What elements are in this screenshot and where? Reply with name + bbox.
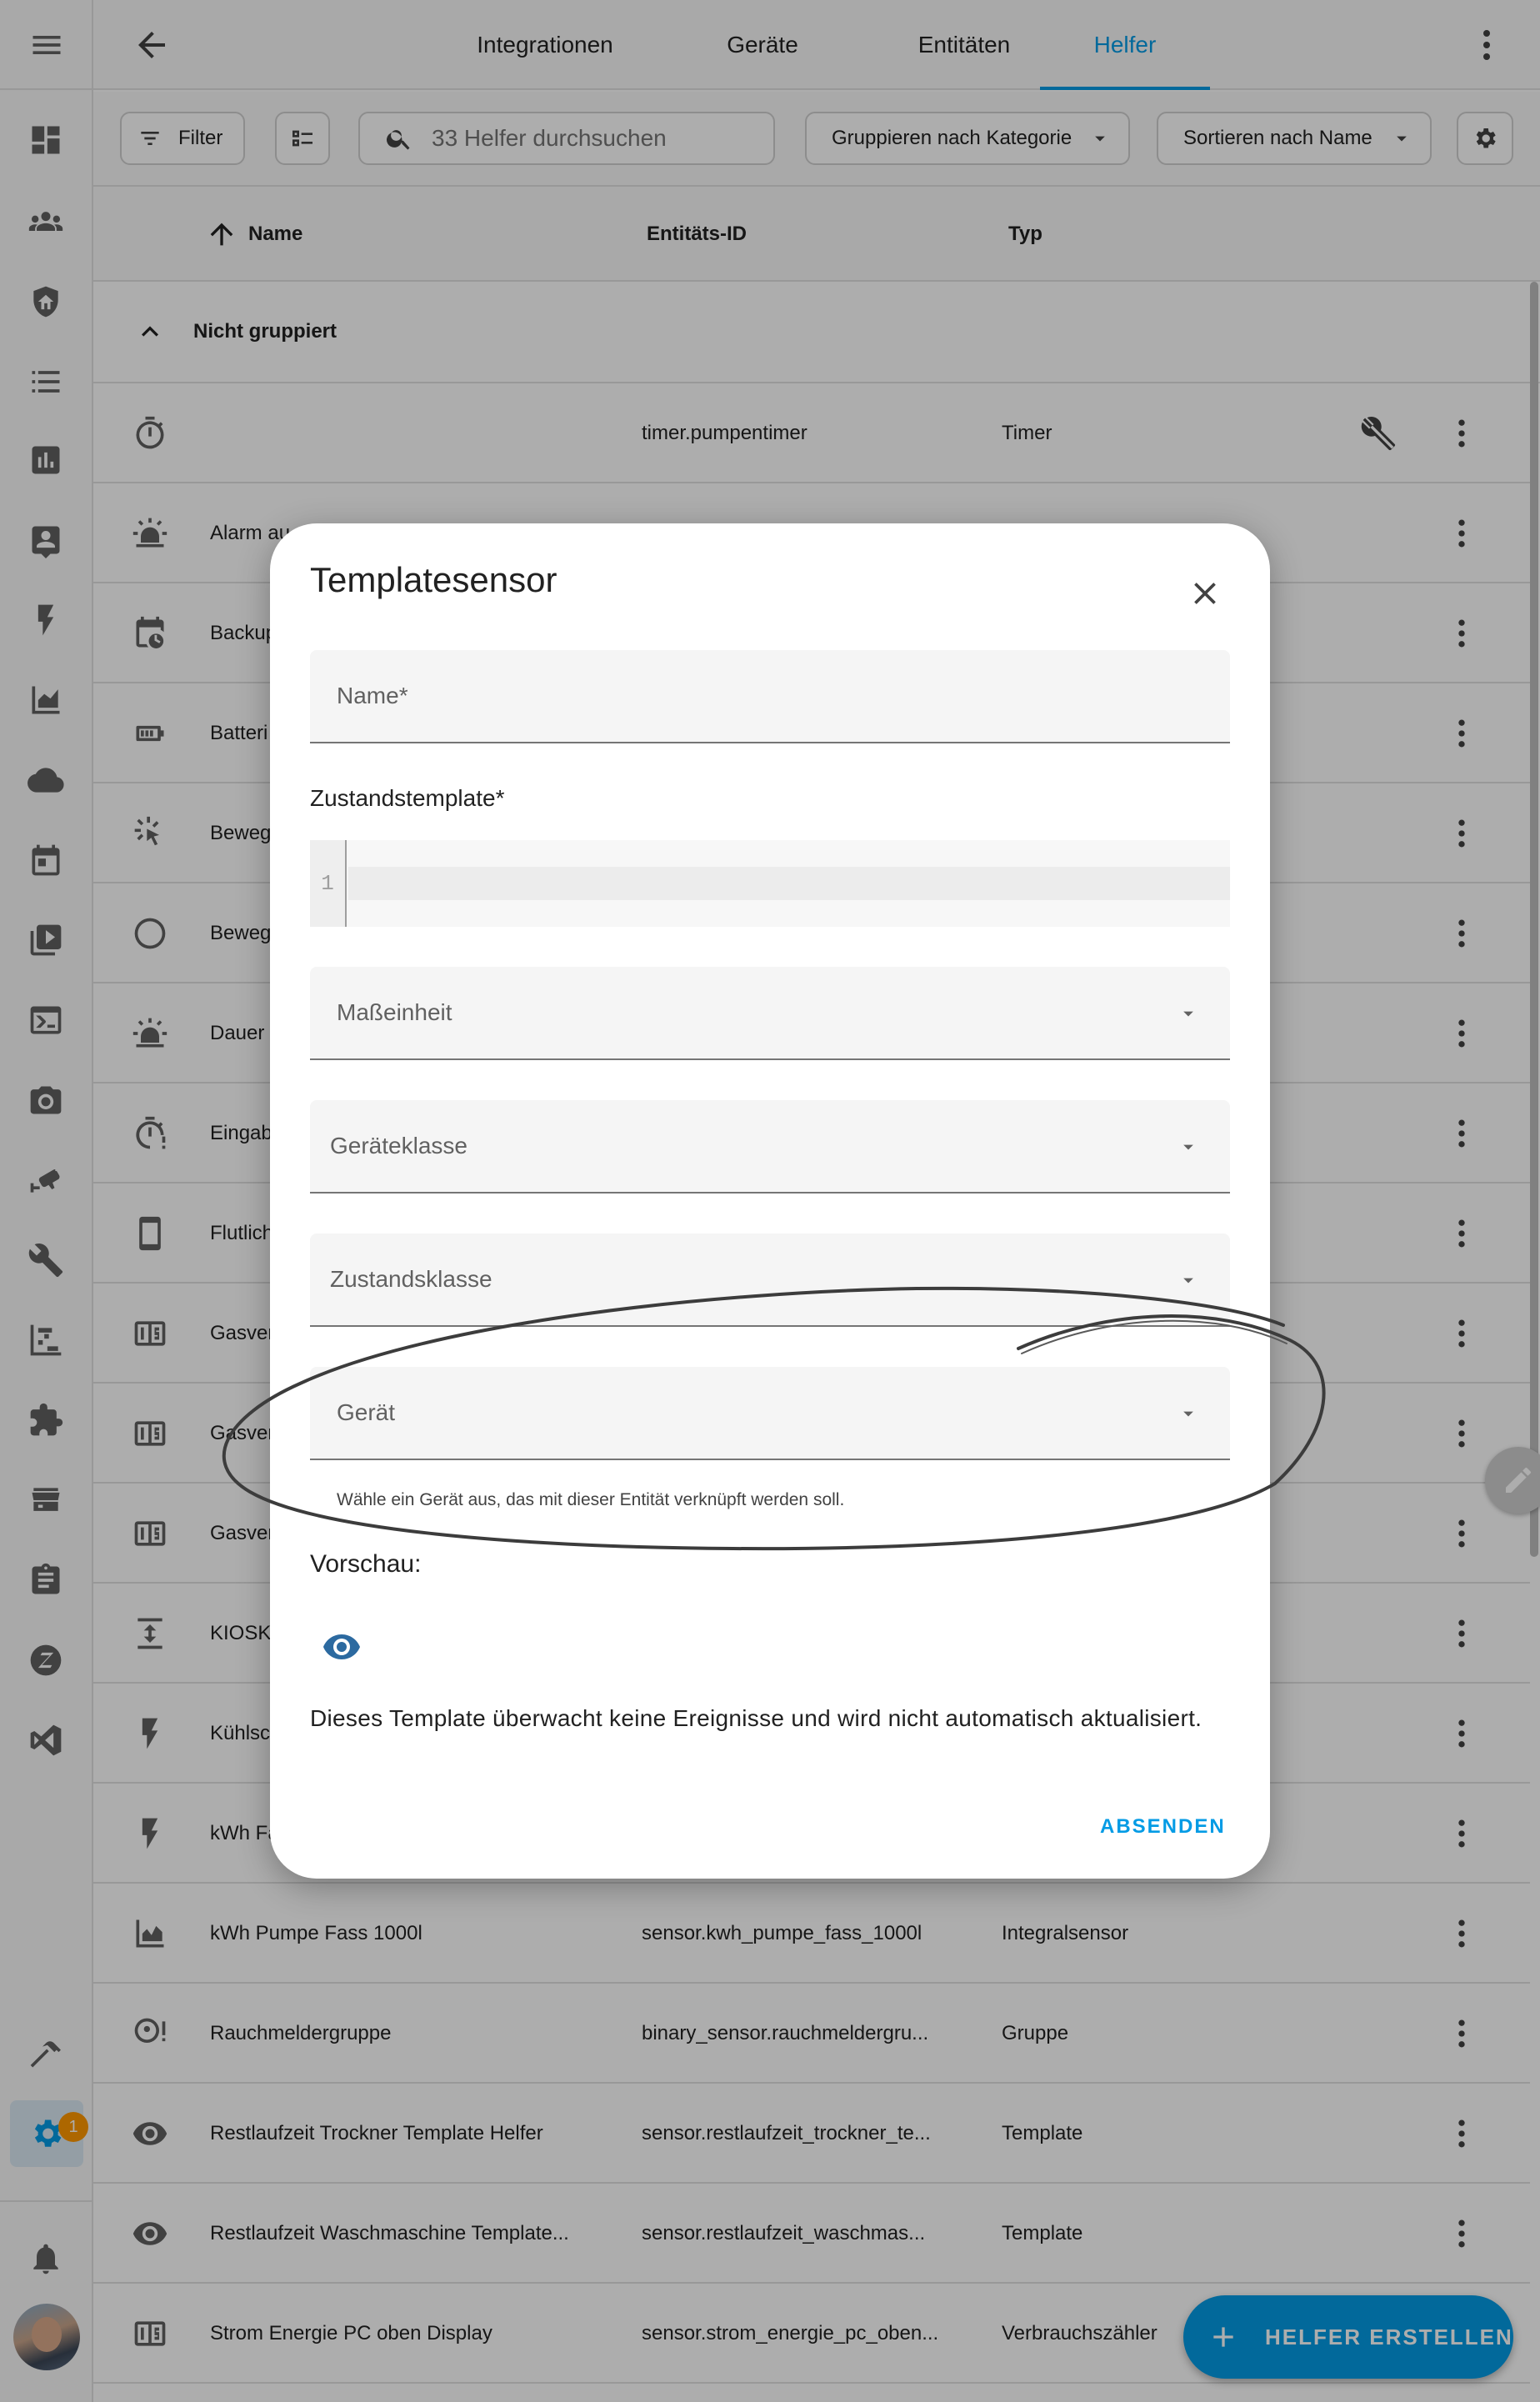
state-template-label: Zustandstemplate* xyxy=(310,785,505,811)
caret-down-icon xyxy=(1177,1402,1200,1425)
submit-button[interactable]: ABSENDEN xyxy=(1100,1815,1226,1839)
state-class-select[interactable]: Zustandsklasse xyxy=(310,1234,1230,1327)
close-icon[interactable] xyxy=(1187,575,1223,612)
caret-down-icon xyxy=(1177,1002,1200,1025)
device-class-select[interactable]: Geräteklasse xyxy=(310,1100,1230,1193)
name-field[interactable]: Name* xyxy=(310,650,1230,743)
preview-message: Dieses Template überwacht keine Ereignis… xyxy=(310,1705,1202,1731)
name-field-label: Name* xyxy=(337,683,408,708)
template-sensor-dialog: Templatesensor Name* Zustandstemplate* 1… xyxy=(270,523,1270,1879)
device-select[interactable]: Gerät xyxy=(310,1367,1230,1460)
dialog-title: Templatesensor xyxy=(310,560,558,599)
device-label: Gerät xyxy=(337,1399,396,1425)
preview-label: Vorschau: xyxy=(310,1550,422,1578)
caret-down-icon xyxy=(1177,1135,1200,1158)
device-class-label: Geräteklasse xyxy=(330,1133,468,1158)
device-helper-text: Wähle ein Gerät aus, das mit dieser Enti… xyxy=(337,1490,845,1509)
unit-of-measurement-select[interactable]: Maßeinheit xyxy=(310,967,1230,1060)
eye-icon xyxy=(322,1627,362,1667)
caret-down-icon xyxy=(1177,1269,1200,1292)
unit-label: Maßeinheit xyxy=(337,999,452,1025)
state-class-label: Zustandsklasse xyxy=(330,1266,492,1292)
code-active-line[interactable] xyxy=(348,867,1230,900)
state-template-editor[interactable]: 1 xyxy=(310,840,1230,927)
code-line-number: 1 xyxy=(310,840,347,927)
